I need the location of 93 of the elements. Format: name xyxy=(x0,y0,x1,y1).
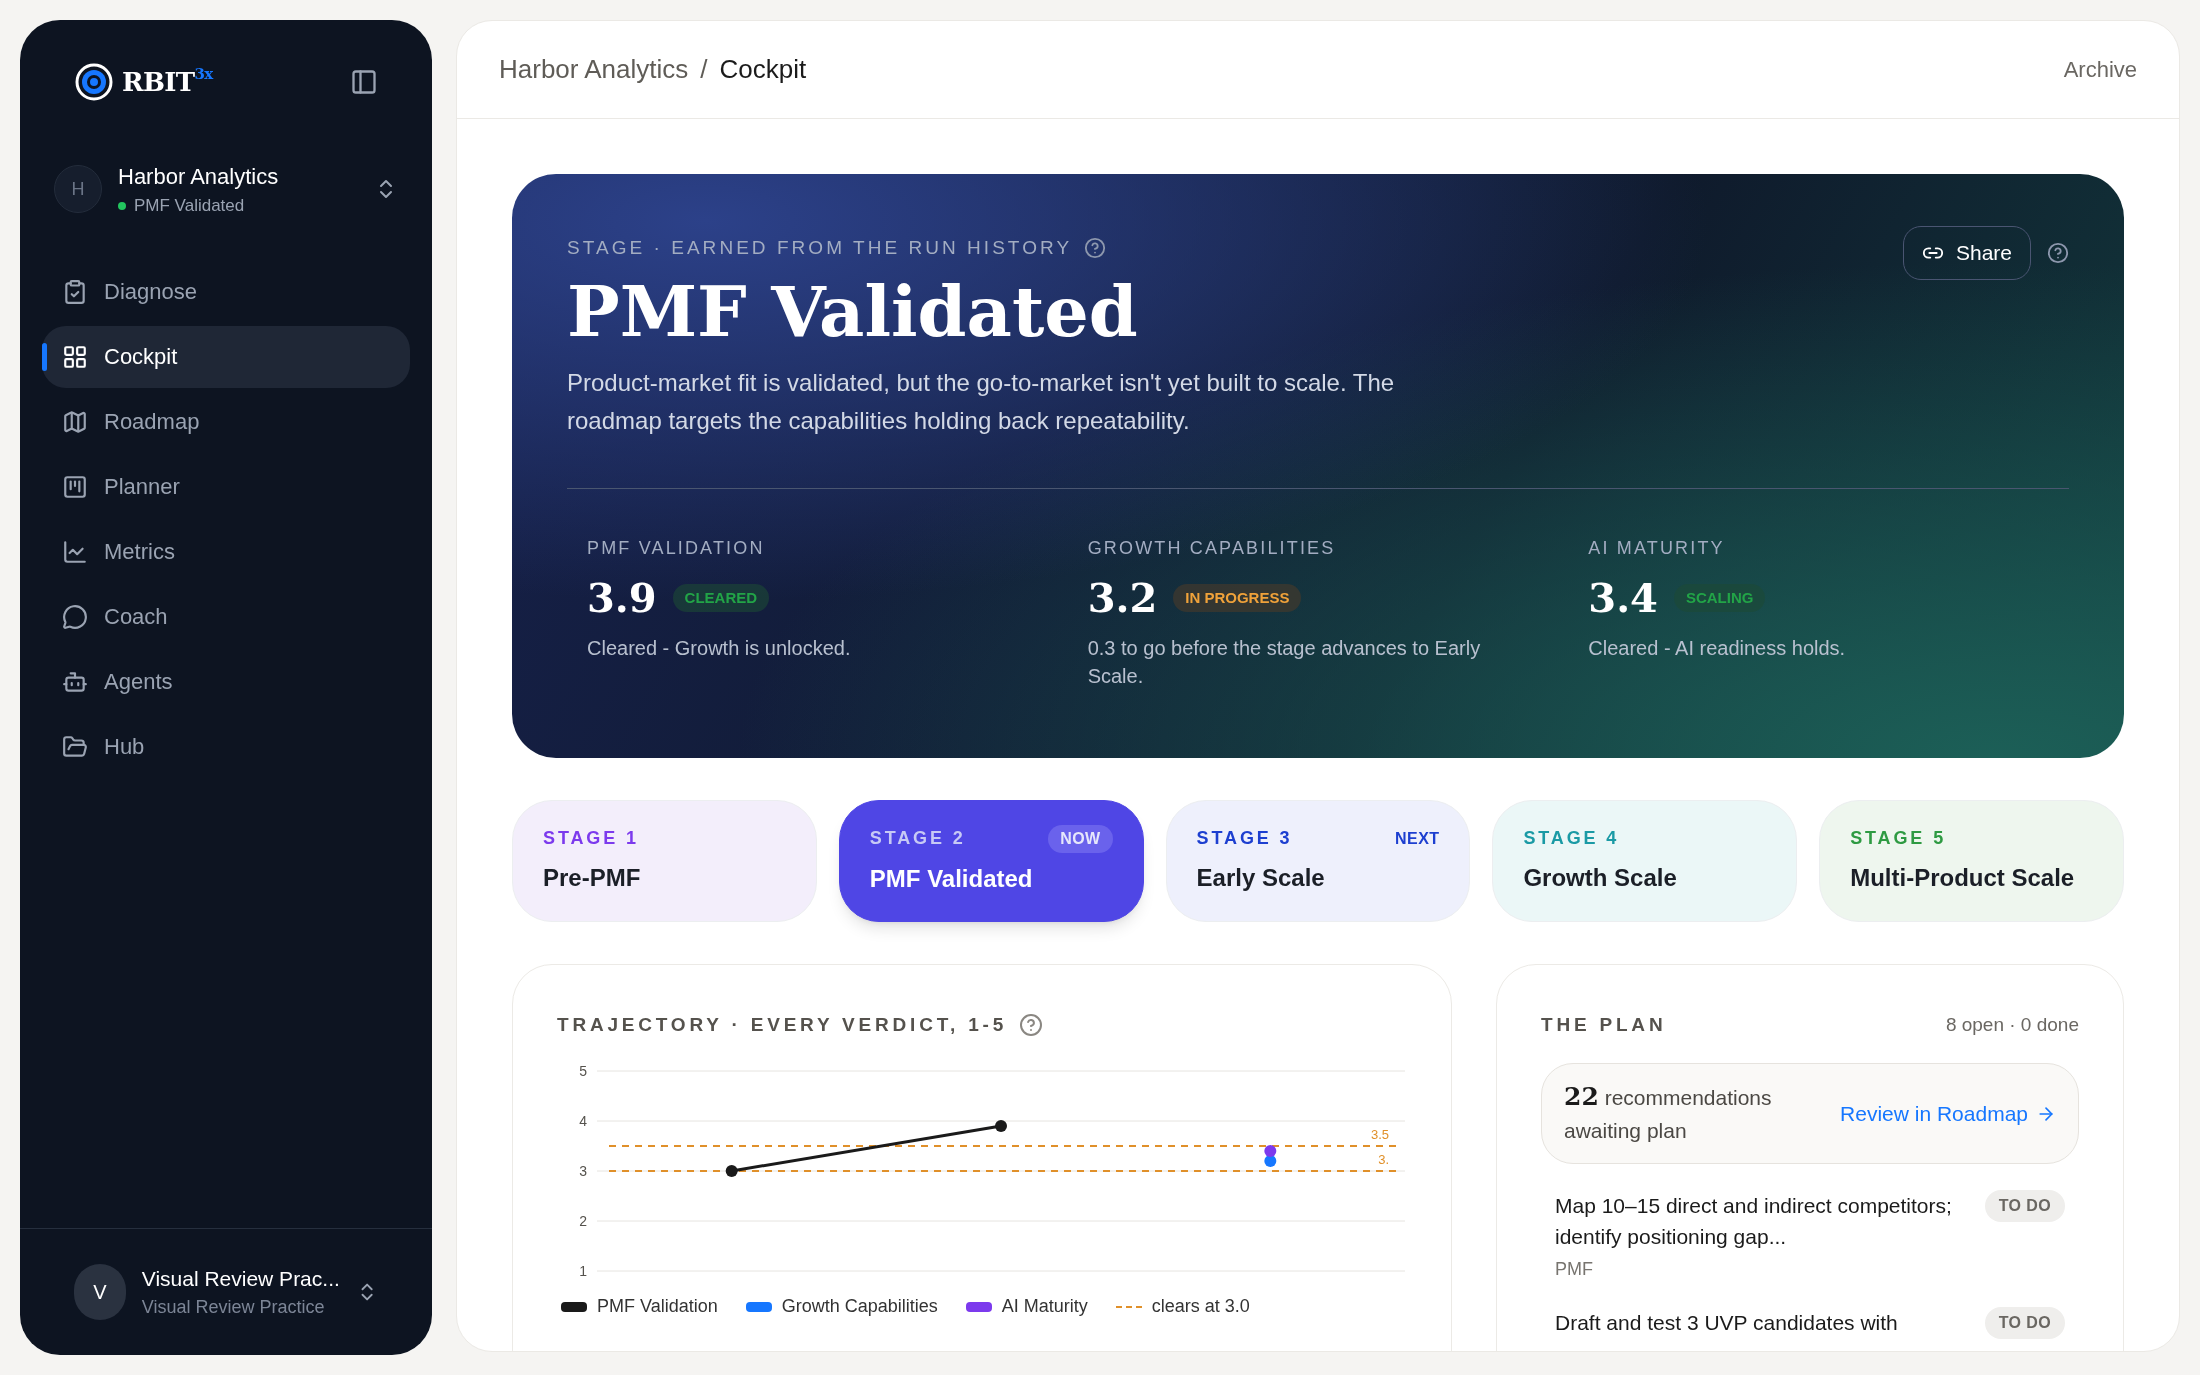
metric-note: Cleared - Growth is unlocked. xyxy=(587,635,852,661)
stage-name: Growth Scale xyxy=(1523,863,1678,894)
breadcrumb-link[interactable]: Harbor Analytics xyxy=(499,50,689,89)
archive-button[interactable]: Archive xyxy=(2063,53,2137,86)
workspace-avatar: H xyxy=(54,165,102,214)
clipboard-check-icon xyxy=(62,278,88,305)
metric-value: 3.2 xyxy=(1087,572,1158,623)
metric-note: Cleared - AI readiness holds. xyxy=(1588,635,1847,661)
nav-item[interactable]: Diagnose xyxy=(42,260,410,323)
user-org: Visual Review Practice xyxy=(141,1296,326,1319)
nav-item[interactable]: Hub xyxy=(42,715,410,778)
legend-label: clears at 3.0 xyxy=(1151,1295,1250,1319)
plan-title: THE PLAN xyxy=(1541,1012,1667,1037)
stage-label: STAGE 5 xyxy=(1850,827,1947,851)
status-badge: IN PROGRESS xyxy=(1173,583,1302,613)
logo-icon xyxy=(74,62,114,102)
y-axis-label: 1 xyxy=(579,1263,587,1280)
y-axis-label: 3 xyxy=(579,1163,587,1180)
hero-title: PMF Validated xyxy=(567,268,1139,354)
kanban-icon xyxy=(62,473,88,500)
chat-bubble-icon xyxy=(62,603,88,630)
nav-item[interactable]: Metrics xyxy=(42,520,410,583)
active-indicator xyxy=(42,342,47,371)
stage-label: STAGE 3 xyxy=(1196,827,1293,851)
metric-label: PMF VALIDATION xyxy=(587,536,766,560)
plan-item-title: Map 10–15 direct and indirect competitors; identify positioning gap... xyxy=(1555,1193,1953,1251)
legend-label: AI Maturity xyxy=(1001,1295,1088,1319)
legend-swatch xyxy=(561,1301,587,1312)
stage-status-label: NEXT xyxy=(1395,828,1440,849)
metric-label: GROWTH CAPABILITIES xyxy=(1087,536,1337,560)
stage-card[interactable]: STAGE 2 NOW PMF Validated xyxy=(838,799,1144,922)
legend-swatch xyxy=(745,1301,772,1312)
threshold-label: 3.5 xyxy=(1370,1127,1389,1143)
data-point xyxy=(1264,1145,1277,1158)
threshold-label: 3. xyxy=(1378,1152,1389,1168)
data-point xyxy=(725,1165,738,1178)
help-icon[interactable] xyxy=(1084,237,1107,260)
breadcrumb-separator: / xyxy=(700,53,708,86)
metric-value: 3.4 xyxy=(1588,572,1658,623)
status-pill: TO DO xyxy=(1984,1307,2065,1340)
help-icon[interactable] xyxy=(1019,1013,1044,1038)
nav-item[interactable]: Roadmap xyxy=(42,390,410,453)
plan-item-title: Draft and test 3 UVP candidates with xyxy=(1555,1310,1898,1337)
plan-summary: 8 open · 0 done xyxy=(1945,1012,2079,1037)
grid-icon xyxy=(62,343,88,370)
stage-label: STAGE 2 xyxy=(869,827,966,851)
line-chart-icon xyxy=(62,538,88,565)
status-badge: SCALING xyxy=(1673,583,1766,613)
recommendations-text: 22 recommendations awaiting plan xyxy=(1564,1081,1773,1145)
help-icon[interactable] xyxy=(2047,242,2069,264)
legend-dash xyxy=(1115,1305,1142,1308)
map-icon xyxy=(62,408,88,435)
metric-note: 0.3 to go before the stage advances to Early Scale. xyxy=(1087,635,1482,689)
review-roadmap-link[interactable]: Review in Roadmap xyxy=(1840,1098,2056,1130)
breadcrumb-current: Cockpit xyxy=(719,53,807,86)
stage-name: Early Scale xyxy=(1196,863,1326,894)
stage-name: Pre-PMF xyxy=(543,863,642,894)
workspace-status: PMF Validated xyxy=(134,195,245,217)
status-pill: TO DO xyxy=(1984,1190,2065,1223)
legend-swatch xyxy=(965,1301,992,1312)
y-axis-label: 4 xyxy=(579,1113,587,1130)
stage-card[interactable]: STAGE 4 Growth Scale xyxy=(1492,799,1798,922)
sidebar-toggle-icon[interactable] xyxy=(350,68,378,96)
plan-item-tag: PMF xyxy=(1555,1256,1969,1284)
data-point xyxy=(1264,1155,1277,1168)
user-avatar: V xyxy=(74,1263,126,1320)
stage-card[interactable]: STAGE 3 NEXT Early Scale xyxy=(1165,799,1471,922)
nav-item[interactable]: Cockpit xyxy=(42,325,410,388)
legend-label: PMF Validation xyxy=(597,1295,718,1319)
hero-eyebrow: STAGE · EARNED FROM THE RUN HISTORY xyxy=(567,236,1073,260)
stage-card[interactable]: STAGE 1 Pre-PMF xyxy=(512,799,817,922)
nav-item[interactable]: Agents xyxy=(42,650,410,713)
stage-card[interactable]: STAGE 5 Multi-Product Scale xyxy=(1819,799,2124,922)
hero-description: Product-market fit is validated, but the go-to-market isn't yet built to scale. The roadmap targets the capabilities holding back repeatability. xyxy=(567,367,1396,436)
stage-label: STAGE 4 xyxy=(1523,827,1620,851)
nav-item[interactable]: Planner xyxy=(42,455,410,518)
y-axis-label: 2 xyxy=(579,1213,587,1230)
y-axis-label: 5 xyxy=(579,1063,587,1080)
metric-label: AI MATURITY xyxy=(1588,536,1726,560)
stage-label: STAGE 1 xyxy=(543,827,639,851)
stage-badge: NOW xyxy=(1048,824,1113,853)
chart-title: TRAJECTORY · EVERY VERDICT, 1-5 xyxy=(557,1012,1008,1037)
stage-name: PMF Validated xyxy=(869,863,1034,894)
workspace-name: Harbor Analytics xyxy=(118,163,280,191)
metric-value: 3.9 xyxy=(587,572,657,623)
share-button[interactable]: Share xyxy=(1902,226,2031,280)
data-point xyxy=(995,1120,1007,1133)
stage-name: Multi-Product Scale xyxy=(1850,863,2076,894)
legend-label: Growth Capabilities xyxy=(781,1295,938,1319)
status-badge: CLEARED xyxy=(672,583,770,613)
nav-item[interactable]: Coach xyxy=(42,585,410,648)
user-name: Visual Review Prac... xyxy=(141,1265,340,1292)
folder-icon xyxy=(62,733,88,760)
